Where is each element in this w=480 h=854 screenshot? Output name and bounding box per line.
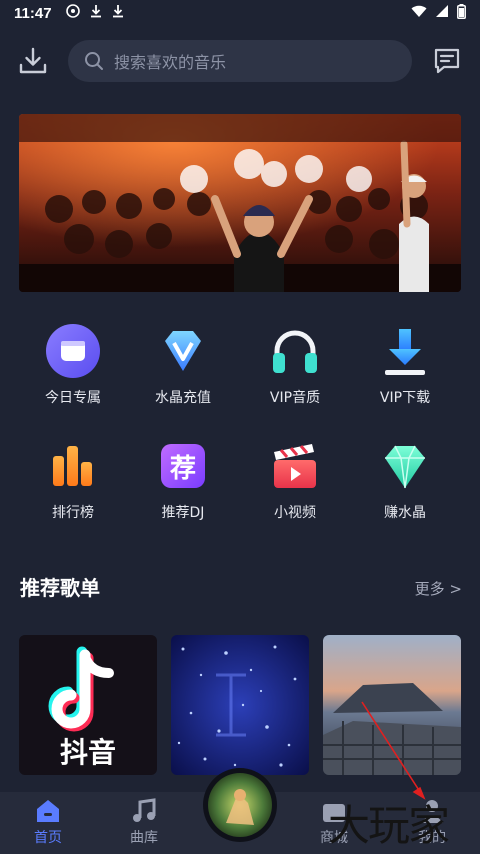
message-icon <box>434 48 460 74</box>
wifi-icon <box>411 4 427 22</box>
grid-item-short-video[interactable]: 小视频 <box>240 438 350 522</box>
grid-item-label: 排行榜 <box>52 505 94 521</box>
today-exclusive-icon <box>45 323 101 379</box>
video-clapper-icon <box>267 438 323 494</box>
grid-item-today-exclusive[interactable]: 今日专属 <box>18 323 128 407</box>
nav-label: 曲库 <box>130 830 158 846</box>
playlist-card-2[interactable] <box>171 635 309 775</box>
grid-item-vip-quality[interactable]: VIP音质 <box>240 323 350 407</box>
chart-bars-icon <box>45 438 101 494</box>
grid-item-label: 水晶充值 <box>155 390 211 406</box>
download-icon <box>19 47 47 74</box>
signal-icon <box>435 4 449 22</box>
music-status-icon <box>65 4 80 22</box>
recommend-dj-icon: 荐 <box>155 438 211 494</box>
search-input[interactable]: 搜索喜欢的音乐 <box>68 40 412 82</box>
svg-text:荐: 荐 <box>169 454 196 484</box>
grid-item-ranking[interactable]: 排行榜 <box>18 438 128 522</box>
status-time: 11:47 <box>14 4 52 22</box>
grid-item-label: 赚水晶 <box>384 505 426 521</box>
status-bar: 11:47 <box>0 0 480 26</box>
nav-home[interactable]: 首页 <box>8 798 88 847</box>
top-bar: 搜索喜欢的音乐 <box>0 38 480 84</box>
grid-item-earn-crystal[interactable]: 赚水晶 <box>350 438 460 522</box>
diamond-icon <box>377 438 433 494</box>
download-manager-button[interactable] <box>18 46 48 76</box>
more-link[interactable]: 更多 > <box>415 578 462 599</box>
hero-banner[interactable] <box>19 114 461 292</box>
grid-item-vip-download[interactable]: VIP下载 <box>350 323 460 407</box>
grid-item-label: VIP下载 <box>379 390 431 406</box>
music-note-icon <box>130 798 158 824</box>
search-icon <box>85 52 103 70</box>
battery-icon <box>457 3 466 23</box>
nav-label: 首页 <box>34 830 62 846</box>
download-status-icon-2 <box>112 4 124 22</box>
grid-item-label: 今日专属 <box>45 390 101 406</box>
playlist-caption: 抖音 <box>59 736 116 769</box>
headphones-icon <box>267 323 323 379</box>
home-icon <box>34 798 62 824</box>
search-placeholder: 搜索喜欢的音乐 <box>114 53 227 72</box>
nav-library[interactable]: 曲库 <box>104 798 184 847</box>
playlist-card-douyin[interactable]: 抖音 <box>19 635 157 775</box>
album-art-image <box>208 773 272 837</box>
grid-item-recommend-dj[interactable]: 荐 推荐DJ <box>128 438 238 522</box>
message-button[interactable] <box>432 46 462 76</box>
download-status-icon <box>90 4 102 22</box>
concert-banner-image <box>19 114 461 292</box>
grid-item-label: 小视频 <box>274 505 316 521</box>
grid-item-crystal-recharge[interactable]: 水晶充值 <box>128 323 238 407</box>
watermark: 大玩家 <box>328 801 450 850</box>
download-icon <box>377 323 433 379</box>
now-playing-disc[interactable] <box>203 768 277 842</box>
grid-item-label: VIP音质 <box>269 390 321 406</box>
starry-cover-image <box>171 635 309 775</box>
section-title: 推荐歌单 <box>20 576 100 600</box>
crystal-recharge-icon <box>155 323 211 379</box>
grid-item-label: 推荐DJ <box>161 505 205 521</box>
